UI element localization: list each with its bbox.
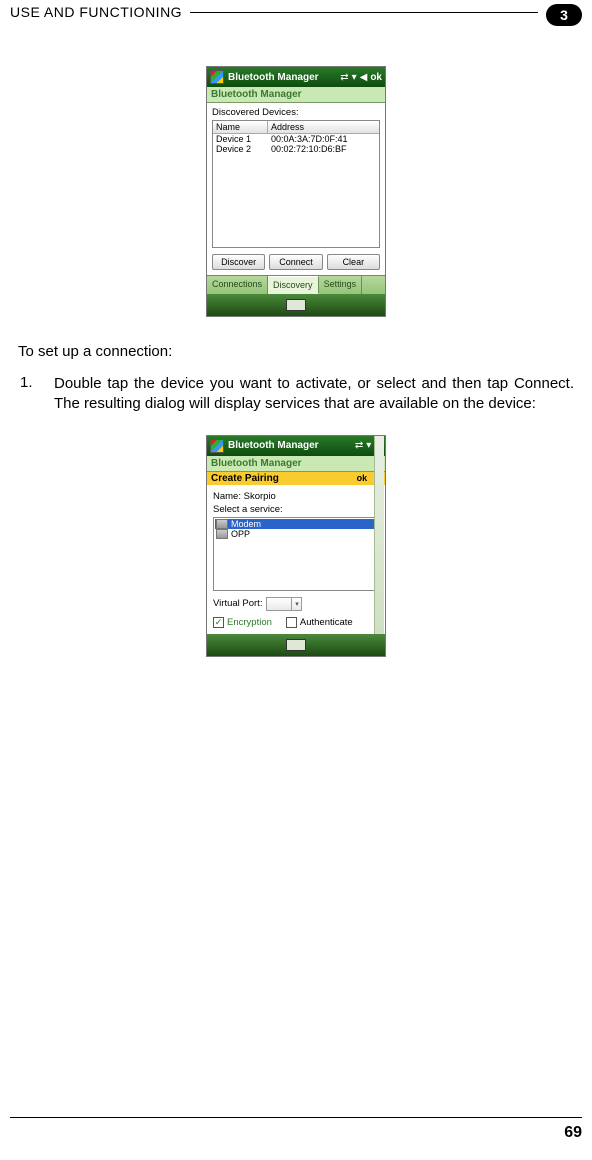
titlebar-text: Bluetooth Manager <box>228 72 336 83</box>
antenna-icon: ▾ <box>366 440 371 451</box>
device-grid[interactable]: Name Address Device 1 00:0A:3A:7D:0F:41 … <box>212 120 380 248</box>
chapter-badge: 3 <box>546 4 582 26</box>
discovered-label: Discovered Devices: <box>212 107 380 118</box>
ok-button[interactable]: ok <box>370 72 382 83</box>
header-rule <box>190 12 538 13</box>
authenticate-checkbox[interactable] <box>286 617 297 628</box>
section-title: USE AND FUNCTIONING <box>10 4 182 20</box>
setup-intro: To set up a connection: <box>18 343 574 360</box>
service-label: Select a service: <box>213 504 379 515</box>
modem-icon <box>216 519 228 529</box>
col-address-header[interactable]: Address <box>268 121 379 133</box>
chevron-down-icon: ▾ <box>291 598 301 610</box>
clear-button[interactable]: Clear <box>327 254 380 270</box>
scrollbar[interactable] <box>374 436 384 634</box>
step-number: 1. <box>20 374 40 415</box>
dialog-ok-button[interactable]: ok <box>357 473 368 483</box>
keyboard-icon[interactable] <box>286 639 306 651</box>
screenshot-discovery: Bluetooth Manager ⇄ ▾ ◀ ok Bluetooth Man… <box>206 66 386 317</box>
softkey-bar <box>207 634 385 656</box>
antenna-icon: ▾ <box>352 72 357 83</box>
virtual-port-label: Virtual Port: <box>213 598 262 609</box>
signal-icon: ⇄ <box>340 72 348 83</box>
windows-flag-icon <box>210 70 224 84</box>
cell-address: 00:02:72:10:D6:BF <box>268 144 379 154</box>
name-value: Skorpio <box>244 491 276 502</box>
dialog-title: Create Pairing <box>211 473 279 484</box>
opp-icon <box>216 529 228 539</box>
dialog-titlebar: Create Pairing ok × <box>207 472 385 485</box>
step-text: Double tap the device you want to activa… <box>54 374 574 415</box>
virtual-port-combo[interactable]: ▾ <box>266 597 302 611</box>
cell-name: Device 1 <box>213 134 268 144</box>
tab-bar: Connections Discovery Settings <box>207 275 385 294</box>
page-number: 69 <box>10 1117 582 1142</box>
softkey-bar <box>207 294 385 316</box>
tab-connections[interactable]: Connections <box>207 276 268 294</box>
cell-name: Device 2 <box>213 144 268 154</box>
keyboard-icon[interactable] <box>286 299 306 311</box>
authenticate-label: Authenticate <box>300 617 353 628</box>
titlebar-text: Bluetooth Manager <box>228 440 351 451</box>
col-name-header[interactable]: Name <box>213 121 268 133</box>
connect-button[interactable]: Connect <box>269 254 322 270</box>
table-row[interactable]: Device 2 00:02:72:10:D6:BF <box>213 144 379 154</box>
list-item[interactable]: Modem <box>215 519 377 529</box>
service-modem: Modem <box>231 519 261 529</box>
encryption-checkbox[interactable] <box>213 617 224 628</box>
service-opp: OPP <box>231 529 250 539</box>
table-row[interactable]: Device 1 00:0A:3A:7D:0F:41 <box>213 134 379 144</box>
name-label: Name: <box>213 491 241 502</box>
encryption-label: Encryption <box>227 617 272 628</box>
cell-address: 00:0A:3A:7D:0F:41 <box>268 134 379 144</box>
screenshot-pairing: Bluetooth Manager ⇄ ▾ ◀ Bluetooth Manage… <box>206 435 386 657</box>
volume-icon: ◀ <box>360 72 368 83</box>
discover-button[interactable]: Discover <box>212 254 265 270</box>
tab-discovery[interactable]: Discovery <box>268 276 319 294</box>
app-subtitle: Bluetooth Manager <box>207 87 385 103</box>
service-list[interactable]: Modem OPP <box>213 517 379 591</box>
app-subtitle: Bluetooth Manager <box>207 456 385 472</box>
signal-icon: ⇄ <box>355 440 363 451</box>
list-item[interactable]: OPP <box>215 529 377 539</box>
titlebar: Bluetooth Manager ⇄ ▾ ◀ ok <box>207 67 385 87</box>
windows-flag-icon <box>210 439 224 453</box>
titlebar: Bluetooth Manager ⇄ ▾ ◀ <box>207 436 385 456</box>
tab-settings[interactable]: Settings <box>319 276 363 294</box>
